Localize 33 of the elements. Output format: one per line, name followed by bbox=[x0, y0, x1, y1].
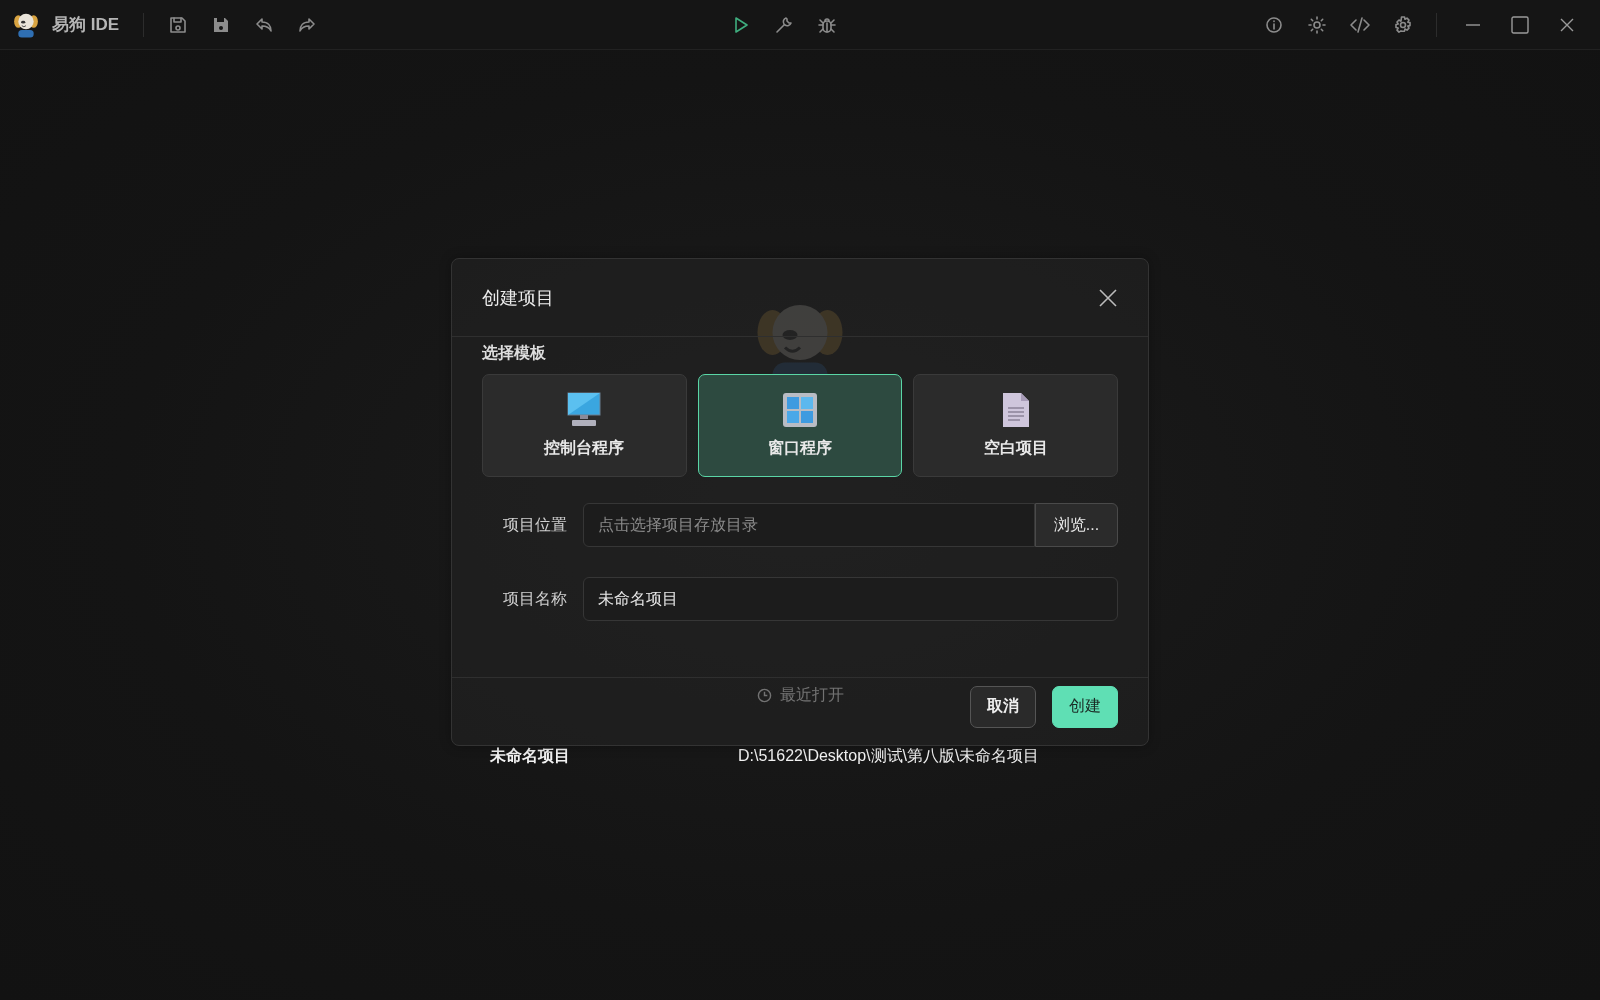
recent-project-name[interactable]: 未命名项目 bbox=[490, 746, 570, 767]
code-icon[interactable] bbox=[1349, 14, 1370, 35]
browse-button[interactable]: 浏览... bbox=[1035, 503, 1118, 547]
template-card[interactable]: 窗口程序 bbox=[697, 374, 903, 477]
field-label: 项目名称 bbox=[502, 588, 567, 609]
sun-icon[interactable] bbox=[1306, 14, 1327, 35]
save-icon[interactable] bbox=[167, 14, 188, 35]
cancel-button[interactable]: 取消 bbox=[970, 685, 1036, 728]
recent-project-path[interactable]: D:\51622\Desktop\测试\第八版\未命名项目 bbox=[738, 746, 1040, 767]
maximize-icon[interactable] bbox=[1510, 15, 1529, 34]
field-label: 项目位置 bbox=[502, 514, 567, 535]
input-field[interactable]: 点击选择项目存放目录 bbox=[583, 503, 1035, 547]
minimize-icon[interactable] bbox=[1464, 23, 1481, 26]
settings-icon[interactable] bbox=[1392, 14, 1413, 35]
section-label: 选择模板 bbox=[482, 343, 547, 363]
template-label: 空白项目 bbox=[983, 438, 1048, 458]
template-card[interactable]: 控制台程序 bbox=[482, 374, 687, 477]
monitor-icon bbox=[567, 392, 602, 428]
info-icon[interactable] bbox=[1263, 14, 1284, 35]
close-icon[interactable] bbox=[1098, 287, 1118, 308]
wrench-icon[interactable] bbox=[773, 14, 794, 35]
window-icon bbox=[782, 392, 818, 428]
create-button[interactable]: 创建 bbox=[1052, 685, 1118, 728]
close-icon[interactable] bbox=[1559, 17, 1574, 32]
window-title: 易狗 IDE bbox=[52, 14, 120, 36]
dialog-title: 创建项目 bbox=[482, 286, 554, 310]
recent-heading: 最近打开 bbox=[779, 685, 844, 705]
clock-icon bbox=[756, 688, 772, 703]
input-field[interactable]: 未命名项目 bbox=[583, 577, 1118, 621]
template-label: 窗口程序 bbox=[768, 438, 832, 458]
document-icon bbox=[1001, 392, 1030, 428]
template-card[interactable]: 空白项目 bbox=[913, 374, 1118, 477]
template-label: 控制台程序 bbox=[544, 438, 625, 458]
